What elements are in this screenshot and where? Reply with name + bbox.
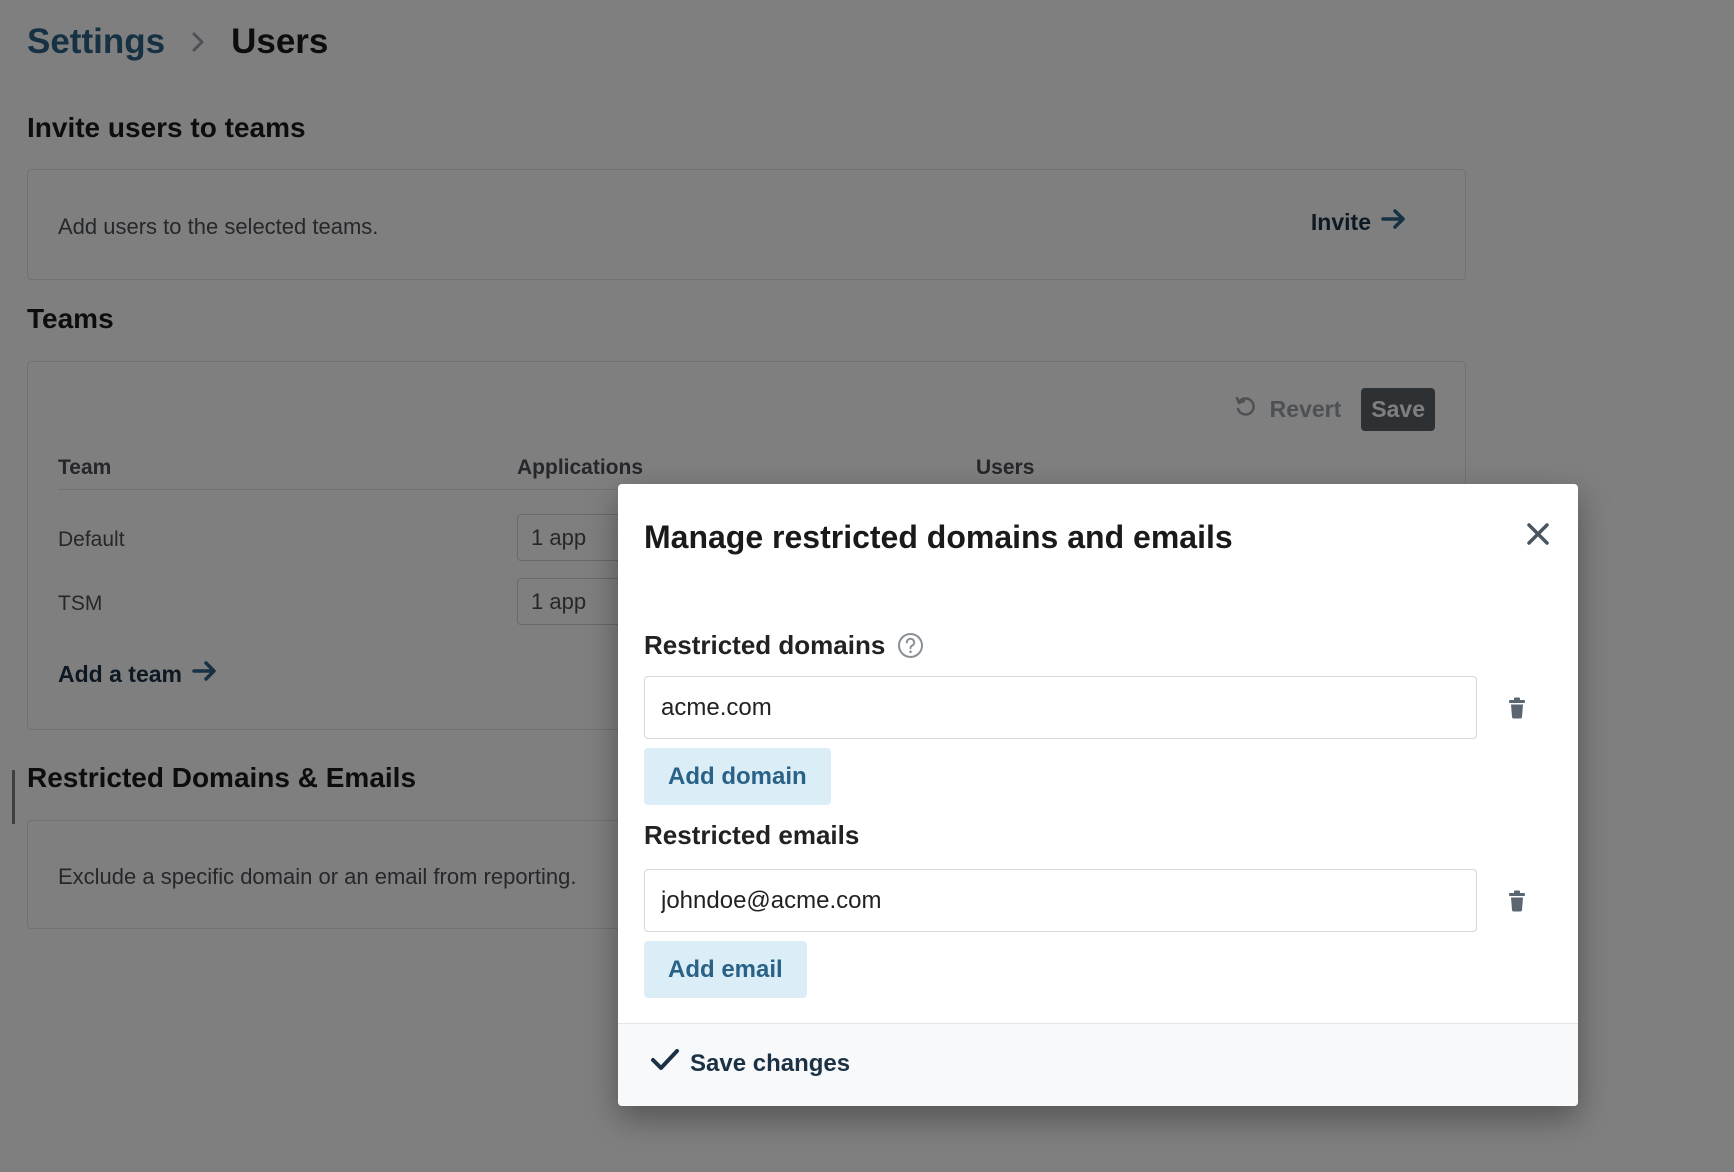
close-icon[interactable] (1524, 520, 1552, 548)
restricted-email-input[interactable] (644, 869, 1477, 932)
checkmark-icon (650, 1048, 680, 1079)
restricted-domains-label-text: Restricted domains (644, 630, 886, 660)
add-email-button[interactable]: Add email (644, 941, 807, 998)
modal-title: Manage restricted domains and emails (644, 519, 1233, 555)
restricted-emails-label: Restricted emails (644, 820, 859, 851)
restricted-domain-input[interactable] (644, 676, 1477, 739)
restricted-domains-modal: Manage restricted domains and emails Res… (618, 484, 1578, 1106)
save-changes-label: Save changes (690, 1049, 851, 1077)
add-domain-button[interactable]: Add domain (644, 748, 831, 805)
trash-icon[interactable] (1507, 697, 1527, 719)
modal-footer: Save changes (618, 1023, 1578, 1106)
question-circle-icon[interactable] (897, 632, 924, 659)
restricted-emails-label-text: Restricted emails (644, 820, 860, 850)
restricted-domains-label: Restricted domains (644, 630, 924, 661)
save-changes-button[interactable]: Save changes (650, 1048, 850, 1079)
trash-icon[interactable] (1507, 890, 1527, 912)
